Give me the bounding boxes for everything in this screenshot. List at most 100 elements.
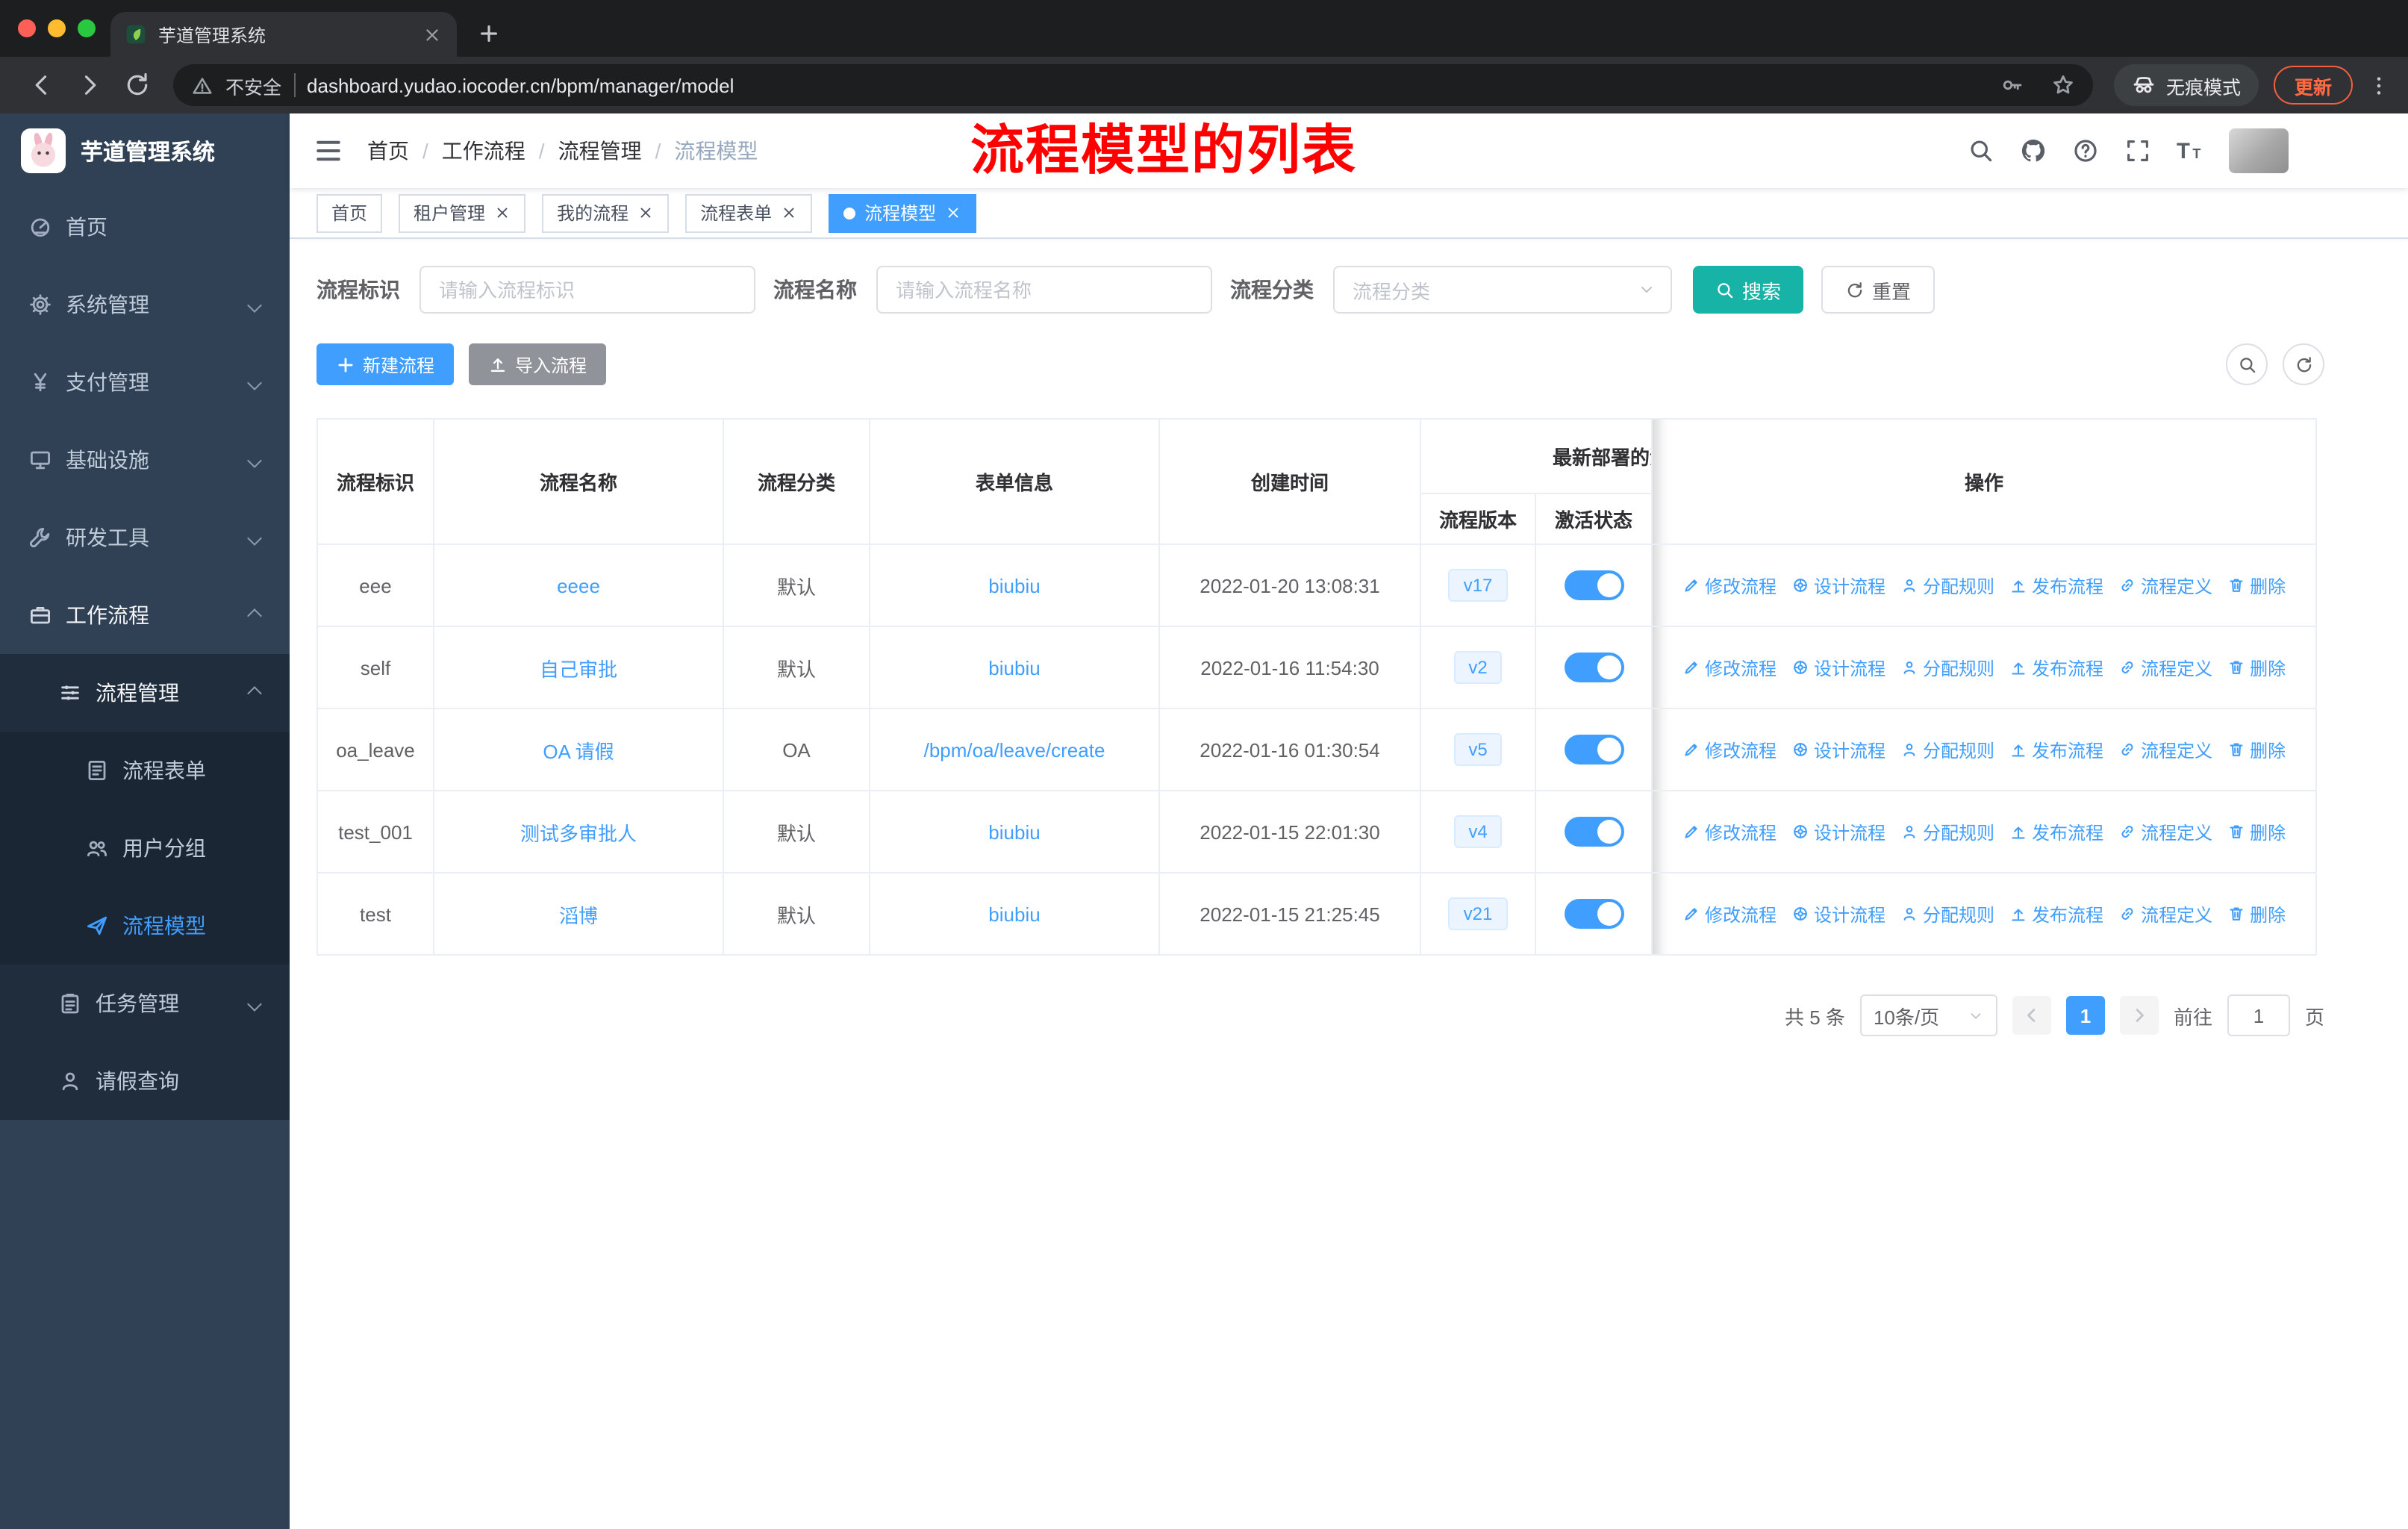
back-button[interactable]: [28, 72, 55, 99]
prev-page-button[interactable]: [2012, 996, 2051, 1035]
assign-action-button[interactable]: 分配规则: [1900, 819, 1994, 844]
active-toggle[interactable]: [1564, 899, 1623, 929]
active-toggle[interactable]: [1564, 570, 1623, 600]
search-button[interactable]: 搜索: [1693, 266, 1804, 314]
edit-action-button[interactable]: 修改流程: [1682, 573, 1777, 598]
tag-my-process[interactable]: 我的流程: [542, 193, 670, 232]
process-name-input[interactable]: [876, 266, 1212, 314]
sidebar-item-workflow[interactable]: 工作流程: [0, 576, 290, 654]
sidebar-item-system-management[interactable]: 系统管理: [0, 266, 290, 343]
edit-action-button[interactable]: 修改流程: [1682, 901, 1777, 927]
process-category-select[interactable]: 流程分类: [1333, 266, 1672, 314]
create-process-button[interactable]: 新建流程: [316, 343, 455, 385]
new-tab-button[interactable]: [478, 22, 500, 45]
breadcrumb-item[interactable]: 工作流程: [442, 136, 525, 166]
form-info-link[interactable]: biubiu: [988, 656, 1040, 679]
update-button[interactable]: 更新: [2273, 66, 2353, 105]
browser-menu-button[interactable]: [2368, 74, 2390, 96]
form-info-link[interactable]: biubiu: [988, 903, 1040, 925]
address-bar[interactable]: 不安全 dashboard.yudao.iocoder.cn/bpm/manag…: [173, 64, 2093, 106]
user-avatar[interactable]: [2229, 128, 2289, 173]
sidebar-item-payment-management[interactable]: 支付管理: [0, 343, 290, 421]
window-minimize-button[interactable]: [48, 19, 66, 37]
publish-action-button[interactable]: 发布流程: [2009, 819, 2103, 844]
assign-action-button[interactable]: 分配规则: [1900, 737, 1994, 762]
edit-action-button[interactable]: 修改流程: [1682, 819, 1777, 844]
sidebar-item-devtools[interactable]: 研发工具: [0, 499, 290, 576]
active-toggle[interactable]: [1564, 817, 1623, 847]
form-info-link[interactable]: biubiu: [988, 574, 1040, 597]
github-icon[interactable]: [2020, 137, 2047, 164]
tag-tenant-management[interactable]: 租户管理: [399, 193, 526, 232]
tag-close-icon[interactable]: [494, 205, 511, 221]
reset-button[interactable]: 重置: [1821, 266, 1936, 314]
definition-action-button[interactable]: 流程定义: [2118, 819, 2212, 844]
publish-action-button[interactable]: 发布流程: [2009, 655, 2103, 680]
page-size-select[interactable]: 10条/页: [1859, 994, 1997, 1036]
reload-button[interactable]: [124, 72, 151, 99]
assign-action-button[interactable]: 分配规则: [1900, 655, 1994, 680]
edit-action-button[interactable]: 修改流程: [1682, 655, 1777, 680]
publish-action-button[interactable]: 发布流程: [2009, 737, 2103, 762]
next-page-button[interactable]: [2119, 996, 2159, 1035]
process-name-link[interactable]: OA 请假: [543, 740, 614, 762]
delete-action-button[interactable]: 删除: [2227, 901, 2286, 927]
active-toggle[interactable]: [1564, 653, 1623, 682]
form-info-link[interactable]: biubiu: [988, 820, 1040, 843]
tag-close-icon[interactable]: [637, 205, 654, 221]
tag-home[interactable]: 首页: [316, 193, 383, 232]
design-action-button[interactable]: 设计流程: [1791, 655, 1885, 680]
sidebar-item-home[interactable]: 首页: [0, 188, 290, 266]
sidebar-item-task-management[interactable]: 任务管理: [0, 965, 290, 1042]
forward-button[interactable]: [76, 72, 103, 99]
definition-action-button[interactable]: 流程定义: [2118, 573, 2212, 598]
delete-action-button[interactable]: 删除: [2227, 573, 2286, 598]
tag-close-icon[interactable]: [781, 205, 797, 221]
toggle-search-button[interactable]: [2226, 343, 2268, 385]
assign-action-button[interactable]: 分配规则: [1900, 901, 1994, 927]
design-action-button[interactable]: 设计流程: [1791, 901, 1885, 927]
delete-action-button[interactable]: 删除: [2227, 819, 2286, 844]
sidebar-item-user-group[interactable]: 用户分组: [0, 809, 290, 887]
goto-page-input[interactable]: [2227, 994, 2290, 1036]
sidebar-item-infrastructure[interactable]: 基础设施: [0, 421, 290, 499]
process-key-input[interactable]: [419, 266, 755, 314]
sidebar-item-process-management[interactable]: 流程管理: [0, 654, 290, 732]
window-zoom-button[interactable]: [78, 19, 96, 37]
process-name-link[interactable]: 滔博: [559, 904, 598, 927]
process-name-link[interactable]: 自己审批: [540, 658, 617, 680]
tag-process-form[interactable]: 流程表单: [685, 193, 813, 232]
breadcrumb-item[interactable]: 流程管理: [558, 136, 642, 166]
process-name-link[interactable]: 测试多审批人: [520, 822, 637, 844]
header-search-icon[interactable]: [1968, 137, 1994, 164]
font-size-icon[interactable]: TT: [2177, 137, 2203, 164]
definition-action-button[interactable]: 流程定义: [2118, 655, 2212, 680]
browser-tab[interactable]: 芋道管理系统: [110, 12, 457, 57]
form-info-link[interactable]: /bpm/oa/leave/create: [924, 738, 1105, 761]
definition-action-button[interactable]: 流程定义: [2118, 901, 2212, 927]
assign-action-button[interactable]: 分配规则: [1900, 573, 1994, 598]
design-action-button[interactable]: 设计流程: [1791, 737, 1885, 762]
help-icon[interactable]: [2072, 137, 2099, 164]
design-action-button[interactable]: 设计流程: [1791, 573, 1885, 598]
sidebar-item-leave-query[interactable]: 请假查询: [0, 1042, 290, 1120]
delete-action-button[interactable]: 删除: [2227, 655, 2286, 680]
window-close-button[interactable]: [18, 19, 36, 37]
tab-close-icon[interactable]: [422, 25, 442, 44]
bookmark-star-icon[interactable]: [2051, 73, 2075, 97]
sidebar-item-process-form[interactable]: 流程表单: [0, 732, 290, 809]
tag-process-model[interactable]: 流程模型: [829, 193, 977, 232]
fullscreen-icon[interactable]: [2124, 137, 2151, 164]
publish-action-button[interactable]: 发布流程: [2009, 901, 2103, 927]
tag-close-icon[interactable]: [945, 205, 961, 221]
edit-action-button[interactable]: 修改流程: [1682, 737, 1777, 762]
active-toggle[interactable]: [1564, 735, 1623, 764]
import-process-button[interactable]: 导入流程: [469, 343, 607, 385]
process-name-link[interactable]: eeee: [557, 574, 600, 597]
design-action-button[interactable]: 设计流程: [1791, 819, 1885, 844]
security-warning-icon[interactable]: [191, 74, 213, 96]
definition-action-button[interactable]: 流程定义: [2118, 737, 2212, 762]
sidebar-collapse-button[interactable]: [314, 136, 343, 166]
delete-action-button[interactable]: 删除: [2227, 737, 2286, 762]
breadcrumb-item[interactable]: 首页: [367, 136, 409, 166]
